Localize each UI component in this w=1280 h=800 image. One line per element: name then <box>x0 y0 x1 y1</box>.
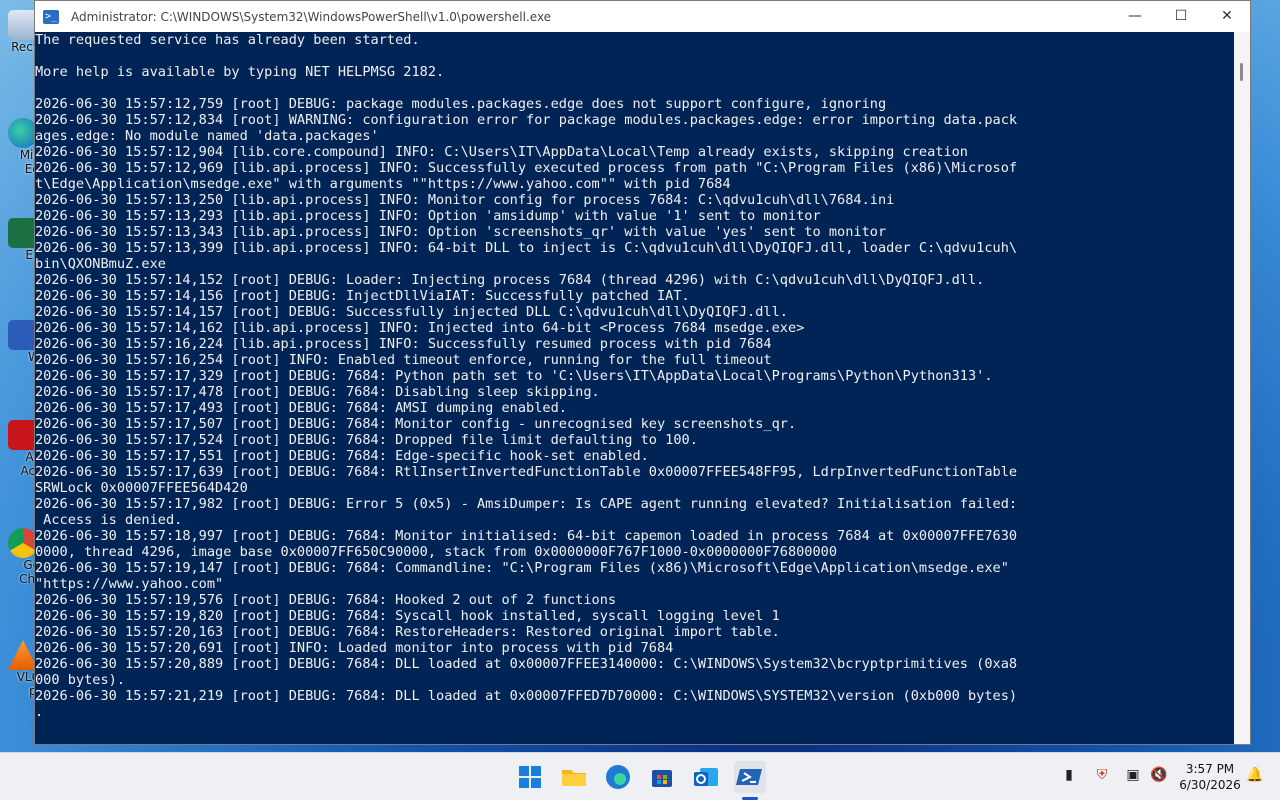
taskbar: ▮ ⛨ ▣ 🔇 3:57 PM 6/30/2026 🔔 <box>0 752 1280 800</box>
console-line: 2026-06-30 15:57:17,493 [root] DEBUG: 76… <box>35 400 567 416</box>
console-line: 2026-06-30 15:57:20,163 [root] DEBUG: 76… <box>35 624 780 640</box>
console-line: 2026-06-30 15:57:20,691 [root] INFO: Loa… <box>35 640 674 656</box>
console-line: Access is denied. <box>35 512 183 528</box>
console-line: 2026-06-30 15:57:14,157 [root] DEBUG: Su… <box>35 304 788 320</box>
edge-icon <box>606 765 630 789</box>
powershell-window[interactable]: >_ Administrator: C:\WINDOWS\System32\Wi… <box>34 0 1251 745</box>
console-line: 0000, thread 4296, image base 0x00007FF6… <box>35 544 838 560</box>
minimize-button[interactable]: — <box>1112 1 1158 32</box>
windows-start-icon <box>519 766 541 788</box>
console-line: 000 bytes). <box>35 672 126 688</box>
powershell-icon: >_ <box>43 9 59 24</box>
taskbar-edge[interactable] <box>602 761 634 793</box>
powershell-icon <box>736 769 762 785</box>
console-line: 2026-06-30 15:57:18,997 [root] DEBUG: 76… <box>35 528 1018 544</box>
console-line: 2026-06-30 15:57:17,478 [root] DEBUG: 76… <box>35 384 600 400</box>
clock-date: 6/30/2026 <box>1179 778 1241 792</box>
console-output[interactable]: The requested service has already been s… <box>35 32 1234 744</box>
system-clock[interactable]: 3:57 PM 6/30/2026 <box>1175 761 1245 793</box>
folder-icon <box>562 770 586 786</box>
console-text: The requested service has already been s… <box>35 32 1234 720</box>
console-line: 2026-06-30 15:57:19,820 [root] DEBUG: 76… <box>35 608 780 624</box>
console-line: 2026-06-30 15:57:16,254 [root] INFO: Ena… <box>35 352 772 368</box>
scrollbar-thumb[interactable] <box>1240 63 1243 81</box>
taskbar-file-explorer[interactable] <box>558 761 590 793</box>
console-line: 2026-06-30 15:57:17,507 [root] DEBUG: 76… <box>35 416 797 432</box>
console-line: 2026-06-30 15:57:12,969 [lib.api.process… <box>35 160 1018 176</box>
console-line: . <box>35 704 44 720</box>
console-line: SRWLock 0x00007FFEE564D420 <box>35 480 248 496</box>
console-line: 2026-06-30 15:57:21,219 [root] DEBUG: 76… <box>35 688 1018 704</box>
console-line: 2026-06-30 15:57:14,162 [lib.api.process… <box>35 320 805 336</box>
console-line: 2026-06-30 15:57:14,152 [root] DEBUG: Lo… <box>35 272 985 288</box>
console-line: ages.edge: No module named 'data.package… <box>35 128 379 144</box>
console-line: 2026-06-30 15:57:12,904 [lib.core.compou… <box>35 144 968 160</box>
console-line: The requested service has already been s… <box>35 32 420 48</box>
console-line: 2026-06-30 15:57:17,982 [root] DEBUG: Er… <box>35 496 1018 512</box>
notification-bell-icon[interactable]: 🔔 <box>1246 767 1264 785</box>
console-line: 2026-06-30 15:57:17,524 [root] DEBUG: 76… <box>35 432 698 448</box>
vertical-scrollbar[interactable] <box>1234 32 1250 744</box>
console-line: 2026-06-30 15:57:20,889 [root] DEBUG: 76… <box>35 656 1018 672</box>
title-bar[interactable]: >_ Administrator: C:\WINDOWS\System32\Wi… <box>35 1 1250 32</box>
maximize-button[interactable]: ☐ <box>1158 1 1204 32</box>
window-title: Administrator: C:\WINDOWS\System32\Windo… <box>71 9 552 24</box>
window-controls: — ☐ ✕ <box>1112 1 1250 32</box>
console-line: 2026-06-30 15:57:17,329 [root] DEBUG: 76… <box>35 368 993 384</box>
console-line: More help is available by typing NET HEL… <box>35 64 445 80</box>
clock-time: 3:57 PM <box>1185 762 1235 776</box>
outlook-icon <box>694 768 718 786</box>
network-icon[interactable]: ▣ <box>1124 767 1142 785</box>
taskbar-outlook[interactable] <box>690 761 722 793</box>
console-line: 2026-06-30 15:57:13,293 [lib.api.process… <box>35 208 821 224</box>
close-button[interactable]: ✕ <box>1204 1 1250 32</box>
taskbar-powershell[interactable] <box>734 761 766 793</box>
console-line: 2026-06-30 15:57:16,224 [lib.api.process… <box>35 336 772 352</box>
console-line: 2026-06-30 15:57:17,551 [root] DEBUG: 76… <box>35 448 649 464</box>
console-line: "https://www.yahoo.com" <box>35 576 224 592</box>
speaker-muted-icon[interactable]: 🔇 <box>1150 767 1168 785</box>
console-line: 2026-06-30 15:57:13,399 [lib.api.process… <box>35 240 1018 256</box>
console-line: 2026-06-30 15:57:13,250 [lib.api.process… <box>35 192 895 208</box>
usb-icon[interactable]: ▮ <box>1060 767 1078 785</box>
security-shield-icon[interactable]: ⛨ <box>1093 767 1111 785</box>
start-button[interactable] <box>514 761 546 793</box>
store-icon <box>652 770 672 787</box>
console-line: 2026-06-30 15:57:17,639 [root] DEBUG: 76… <box>35 464 1018 480</box>
console-line: t\Edge\Application\msedge.exe" with argu… <box>35 176 731 192</box>
console-line: bin\QXONBmuZ.exe <box>35 256 166 272</box>
taskbar-store[interactable] <box>646 761 678 793</box>
console-line: 2026-06-30 15:57:19,147 [root] DEBUG: 76… <box>35 560 1009 576</box>
console-line: 2026-06-30 15:57:19,576 [root] DEBUG: 76… <box>35 592 617 608</box>
console-line: 2026-06-30 15:57:13,343 [lib.api.process… <box>35 224 887 240</box>
console-line: 2026-06-30 15:57:12,759 [root] DEBUG: pa… <box>35 96 887 112</box>
console-line: 2026-06-30 15:57:12,834 [root] WARNING: … <box>35 112 1018 128</box>
console-line: 2026-06-30 15:57:14,156 [root] DEBUG: In… <box>35 288 690 304</box>
